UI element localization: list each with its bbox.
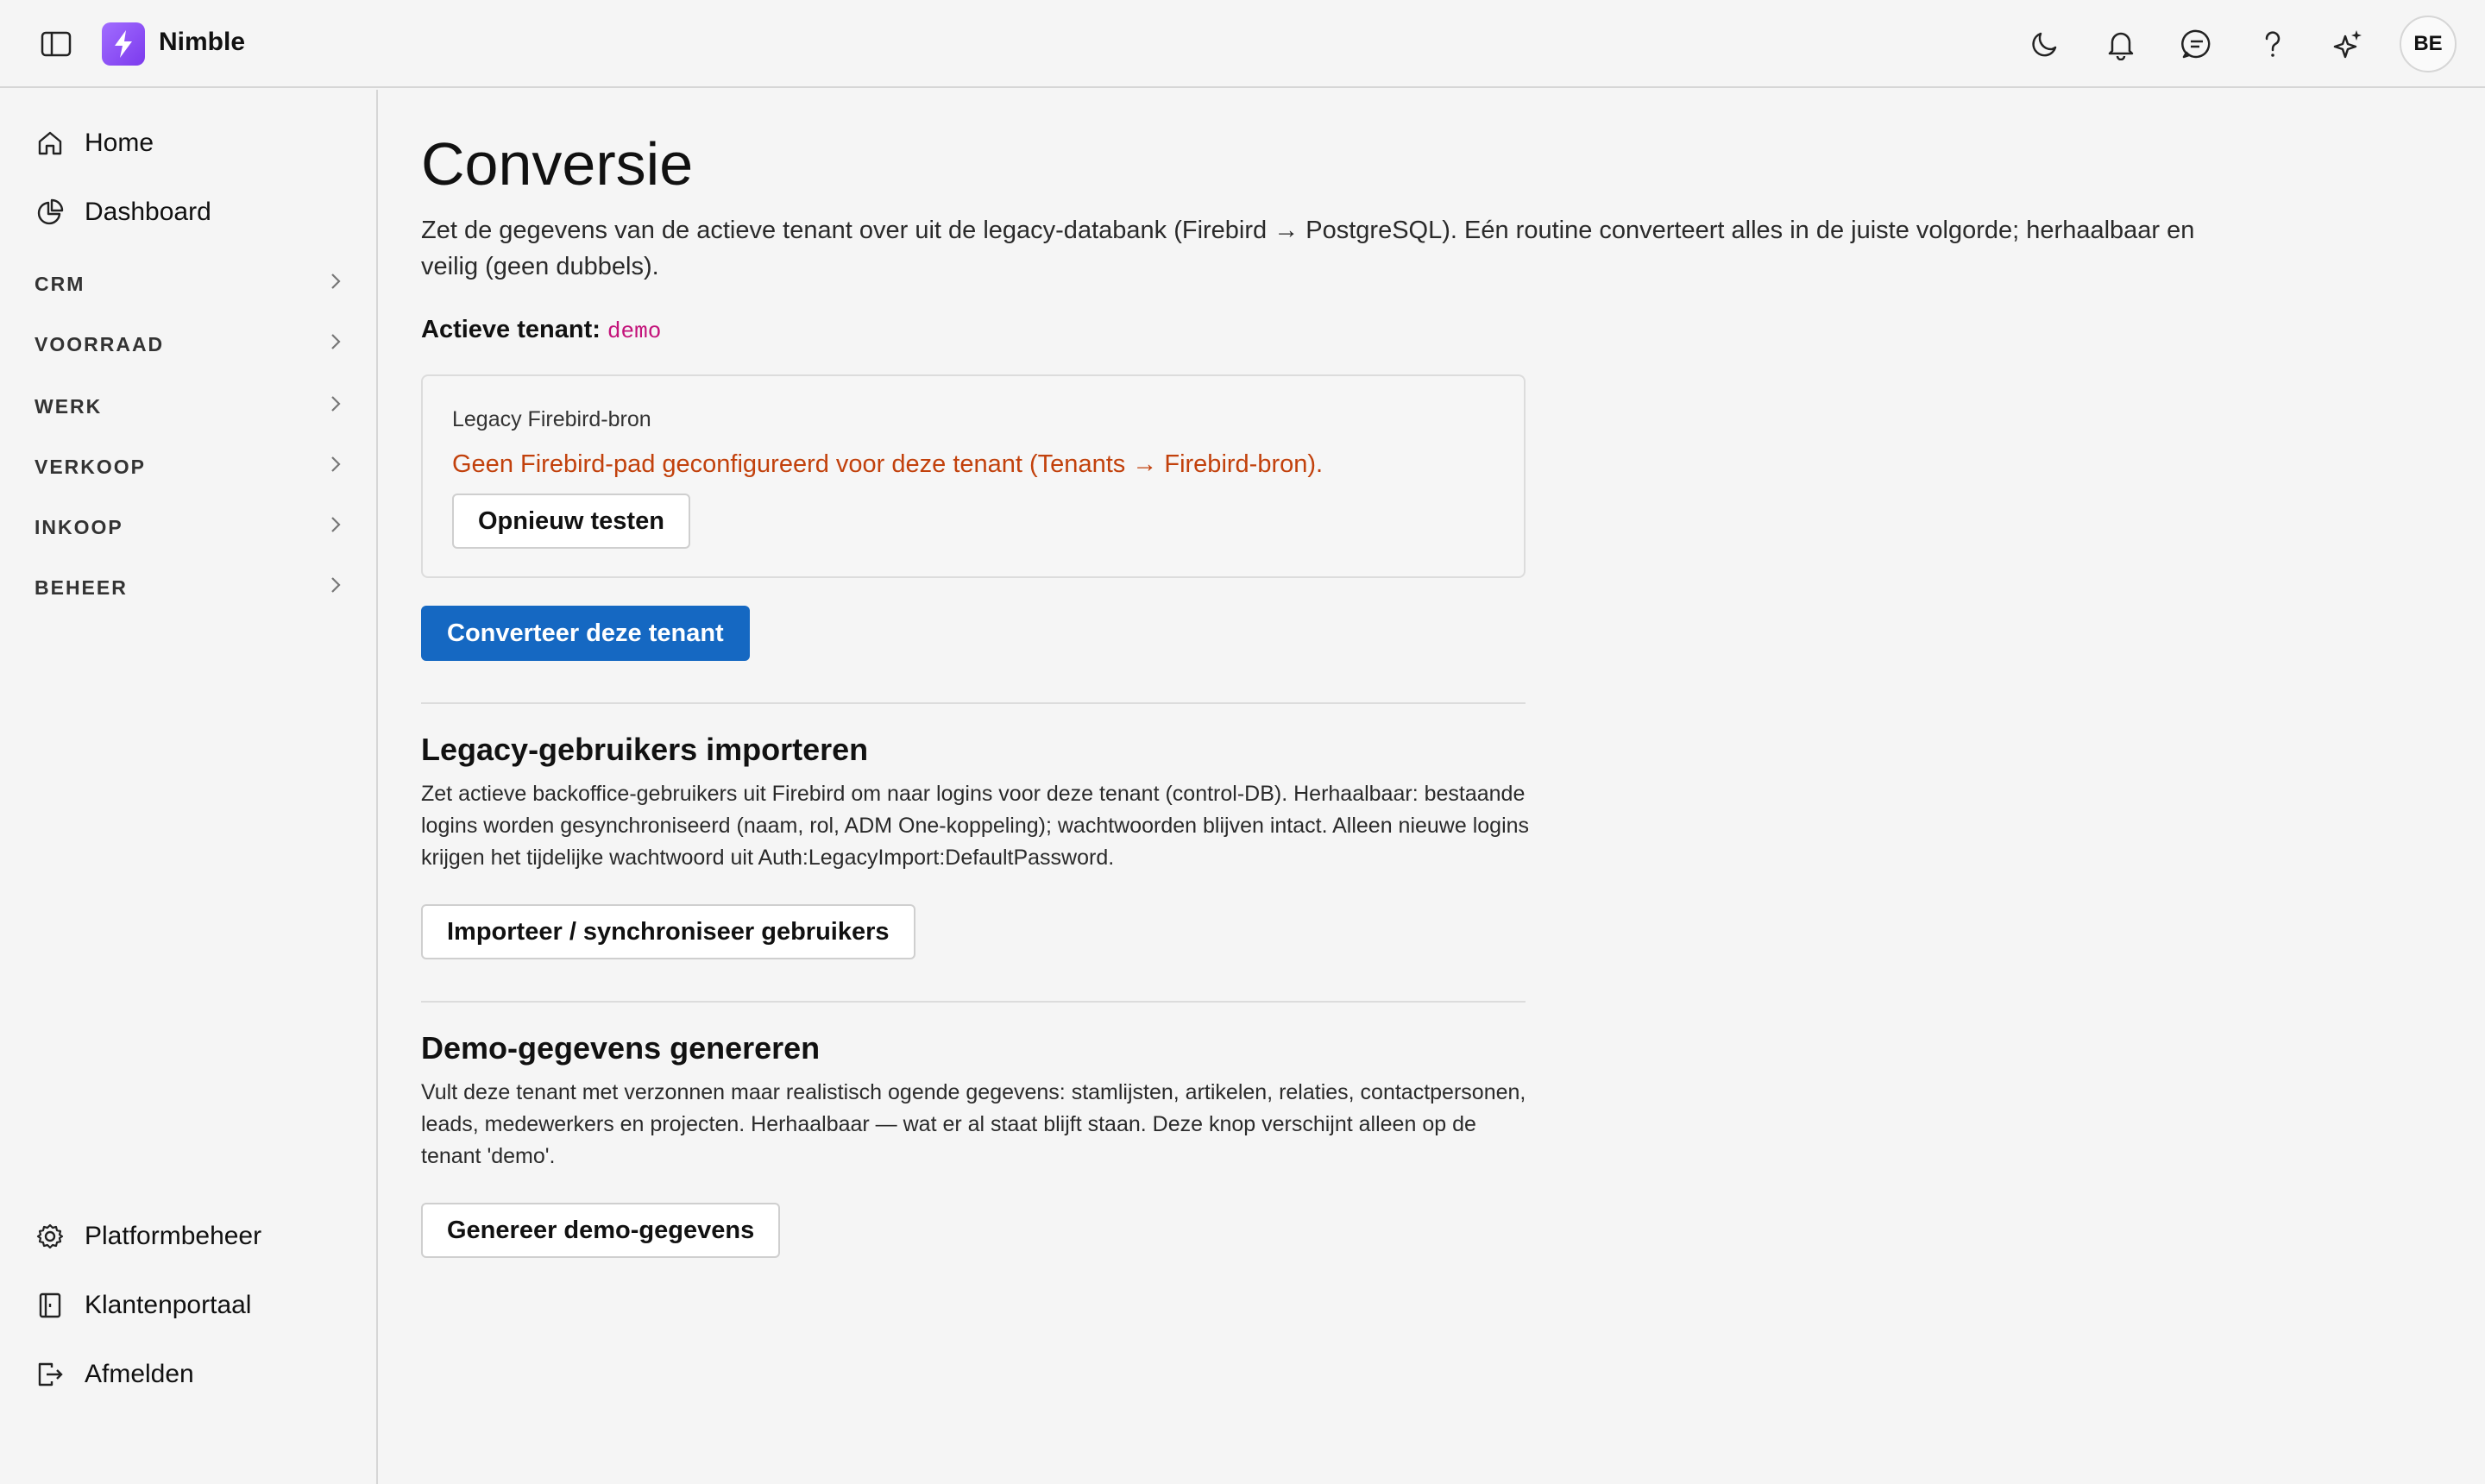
chevron-right-icon bbox=[330, 272, 342, 296]
user-avatar[interactable]: BE bbox=[2400, 16, 2457, 72]
gear-icon bbox=[35, 1221, 66, 1252]
sidebar-section-crm[interactable]: CRM bbox=[35, 267, 342, 301]
sparkle-icon[interactable] bbox=[2328, 23, 2369, 65]
sidebar-item-afmelden[interactable]: Afmelden bbox=[35, 1353, 345, 1396]
logout-icon bbox=[35, 1359, 66, 1390]
sidebar-item-label: Dashboard bbox=[85, 198, 211, 226]
section-divider bbox=[421, 702, 1526, 704]
sidebar-section-label: WERK bbox=[35, 394, 103, 418]
sidebar-section-label: VERKOOP bbox=[35, 455, 147, 478]
chat-icon[interactable] bbox=[2176, 23, 2218, 65]
section-divider bbox=[421, 1001, 1526, 1003]
firebird-source-label: Legacy Firebird-bron bbox=[452, 407, 651, 431]
sidebar-section-werk[interactable]: WERK bbox=[35, 389, 342, 424]
chevron-right-icon bbox=[330, 515, 342, 539]
generate-demo-button[interactable]: Genereer demo-gegevens bbox=[421, 1203, 781, 1258]
sidebar: Home Dashboard CRM VOORRAAD WERK VERKOOP… bbox=[0, 90, 378, 1484]
brand-logo-icon[interactable] bbox=[102, 22, 145, 66]
sidebar-item-label: Afmelden bbox=[85, 1360, 194, 1388]
sidebar-section-label: INKOOP bbox=[35, 515, 123, 538]
sidebar-section-beheer[interactable]: BEHEER bbox=[35, 570, 342, 605]
sidebar-toggle-icon[interactable] bbox=[35, 27, 78, 61]
users-section-text: Zet actieve backoffice-gebruikers uit Fi… bbox=[421, 782, 1530, 870]
chevron-right-icon bbox=[330, 332, 342, 356]
sidebar-item-platformbeheer[interactable]: Platformbeheer bbox=[35, 1215, 345, 1258]
bell-icon[interactable] bbox=[2100, 23, 2142, 65]
active-tenant: Actieve tenant: demo bbox=[421, 316, 661, 344]
sidebar-section-label: BEHEER bbox=[35, 575, 128, 599]
retest-button[interactable]: Opnieuw testen bbox=[452, 494, 690, 549]
convert-tenant-button[interactable]: Converteer deze tenant bbox=[421, 606, 750, 661]
sidebar-item-home[interactable]: Home bbox=[35, 122, 345, 165]
active-tenant-value: demo bbox=[607, 318, 662, 344]
home-icon bbox=[35, 128, 66, 159]
chevron-right-icon bbox=[330, 394, 342, 418]
top-bar: Nimble BE bbox=[0, 0, 2485, 88]
brand-name[interactable]: Nimble bbox=[159, 28, 245, 57]
sidebar-section-label: CRM bbox=[35, 272, 85, 295]
demo-section-title: Demo-gegevens genereren bbox=[421, 1030, 821, 1066]
pie-chart-icon bbox=[35, 197, 66, 228]
sidebar-item-label: Klantenportaal bbox=[85, 1291, 252, 1319]
sidebar-section-voorraad[interactable]: VOORRAAD bbox=[35, 327, 342, 362]
sidebar-item-dashboard[interactable]: Dashboard bbox=[35, 191, 345, 234]
moon-icon[interactable] bbox=[2024, 23, 2066, 65]
chevron-right-icon bbox=[330, 575, 342, 600]
import-users-button[interactable]: Importeer / synchroniseer gebruikers bbox=[421, 904, 915, 959]
book-icon bbox=[35, 1290, 66, 1321]
sidebar-item-label: Platformbeheer bbox=[85, 1222, 262, 1250]
firebird-source-card: Legacy Firebird-bron Geen Firebird-pad g… bbox=[421, 374, 1526, 578]
page-intro: Zet de gegevens van de actieve tenant ov… bbox=[421, 217, 2195, 280]
sidebar-section-inkoop[interactable]: INKOOP bbox=[35, 510, 342, 544]
sidebar-section-verkoop[interactable]: VERKOOP bbox=[35, 450, 342, 484]
sidebar-item-label: Home bbox=[85, 129, 154, 157]
users-section-title: Legacy-gebruikers importeren bbox=[421, 732, 869, 767]
active-tenant-label: Actieve tenant: bbox=[421, 316, 601, 343]
help-icon[interactable] bbox=[2252, 23, 2293, 65]
page-title: Conversie bbox=[421, 130, 694, 198]
sidebar-item-klantenportaal[interactable]: Klantenportaal bbox=[35, 1284, 345, 1327]
sidebar-section-label: VOORRAAD bbox=[35, 332, 165, 355]
chevron-right-icon bbox=[330, 455, 342, 479]
firebird-source-error: Geen Firebird-pad geconfigureerd voor de… bbox=[452, 450, 1324, 478]
demo-section-text: Vult deze tenant met verzonnen maar real… bbox=[421, 1080, 1526, 1168]
